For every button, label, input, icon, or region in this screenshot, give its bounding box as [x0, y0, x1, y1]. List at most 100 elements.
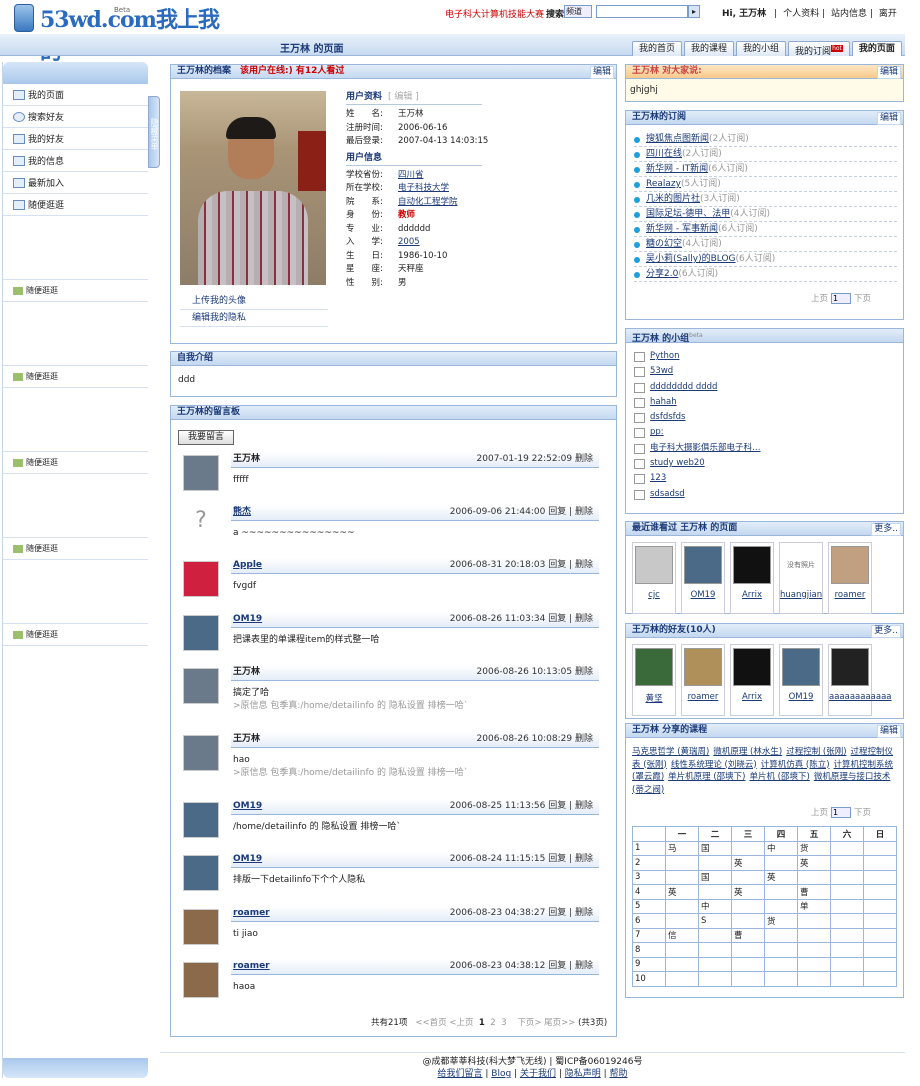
timetable-cell[interactable] — [731, 971, 765, 987]
timetable-cell[interactable] — [665, 913, 699, 929]
upload-avatar-link[interactable]: 上传我的头像 — [180, 293, 328, 310]
message-actions[interactable]: 回复 | 删除 — [548, 614, 593, 624]
profile-edit-button[interactable]: 编辑 — [589, 66, 614, 79]
avatar[interactable] — [183, 455, 219, 491]
courses-page-select[interactable]: 1 — [830, 807, 851, 818]
course-link[interactable]: 马克思哲学 (黄瑞周) — [632, 747, 709, 757]
timetable-cell[interactable] — [863, 869, 897, 885]
timetable-cell[interactable]: 货 — [797, 840, 831, 856]
edit-privacy-link[interactable]: 编辑我的隐私 — [180, 310, 328, 327]
timetable-cell[interactable] — [764, 855, 798, 871]
course-link[interactable]: 线性系统理论 (刘晓云) — [671, 760, 757, 770]
tab-groups[interactable]: 我的小组 — [736, 41, 787, 56]
tab-home[interactable]: 我的首页 — [632, 41, 683, 56]
avatar[interactable] — [183, 735, 219, 771]
logout-link[interactable]: 离开 — [879, 9, 897, 19]
message-author[interactable]: OM19 — [233, 614, 262, 624]
user-card[interactable]: Arrix — [730, 644, 774, 716]
search-scope-select[interactable]: 频道 — [564, 5, 592, 18]
timetable-cell[interactable] — [797, 942, 831, 958]
timetable-cell[interactable] — [665, 855, 699, 871]
group-item[interactable]: 123 — [626, 471, 903, 486]
friends-more-link[interactable]: 更多.. — [871, 625, 901, 638]
timetable-cell[interactable] — [797, 956, 831, 972]
timetable-cell[interactable] — [665, 971, 699, 987]
timetable-cell[interactable]: 国 — [698, 869, 732, 885]
subs-next[interactable]: 下页 — [854, 294, 871, 304]
group-item[interactable]: Python — [626, 349, 903, 364]
group-item[interactable]: hahah — [626, 395, 903, 410]
timetable-cell[interactable] — [863, 942, 897, 958]
sidebar-browse-2[interactable]: 随便逛逛 — [3, 366, 148, 388]
subs-edit-button[interactable]: 编辑 — [876, 112, 901, 125]
timetable-cell[interactable] — [698, 942, 732, 958]
message-author[interactable]: 熊杰 — [233, 507, 251, 517]
timetable-cell[interactable]: 英 — [665, 884, 699, 900]
timetable-cell[interactable] — [797, 927, 831, 943]
group-item[interactable]: study web20 — [626, 456, 903, 471]
timetable-cell[interactable]: 英 — [764, 869, 798, 885]
subscription-item[interactable]: 分享2.0(6人订阅) — [634, 267, 897, 282]
timetable-cell[interactable] — [830, 898, 864, 914]
message-actions[interactable]: 删除 — [575, 734, 593, 744]
timetable-cell[interactable] — [797, 971, 831, 987]
timetable-cell[interactable] — [797, 913, 831, 929]
pager-page-2[interactable]: 2 — [490, 1018, 495, 1028]
timetable-cell[interactable] — [764, 884, 798, 900]
course-link[interactable]: 过程控制 (张刚) — [786, 747, 846, 757]
timetable-cell[interactable] — [764, 927, 798, 943]
timetable-cell[interactable]: 曹 — [797, 884, 831, 900]
avatar[interactable] — [183, 962, 219, 998]
subscription-item[interactable]: 吴小莉(Sally)的BLOG(6人订阅) — [634, 252, 897, 267]
group-item[interactable]: 53wd — [626, 364, 903, 379]
subscription-item[interactable]: 新华网 - 军事新闻(6人订阅) — [634, 222, 897, 237]
timetable-cell[interactable] — [863, 898, 897, 914]
search-input[interactable] — [596, 5, 688, 18]
timetable-cell[interactable] — [863, 884, 897, 900]
timetable-cell[interactable] — [698, 855, 732, 871]
timetable-cell[interactable] — [830, 913, 864, 929]
timetable-cell[interactable] — [863, 913, 897, 929]
timetable-cell[interactable] — [830, 927, 864, 943]
timetable-cell[interactable]: 单 — [797, 898, 831, 914]
message-actions[interactable]: 回复 | 删除 — [548, 507, 593, 517]
timetable-cell[interactable] — [698, 927, 732, 943]
sidebar-item-search-friends[interactable]: 搜索好友 — [3, 106, 148, 128]
message-actions[interactable]: 回复 | 删除 — [548, 908, 593, 918]
timetable-cell[interactable] — [665, 869, 699, 885]
message-author[interactable]: Apple — [233, 560, 262, 570]
timetable-cell[interactable] — [764, 956, 798, 972]
avatar[interactable] — [183, 802, 219, 838]
timetable-cell[interactable] — [665, 942, 699, 958]
timetable-cell[interactable] — [731, 898, 765, 914]
timetable-cell[interactable] — [698, 971, 732, 987]
timetable-cell[interactable]: 信 — [665, 927, 699, 943]
avatar[interactable] — [183, 615, 219, 651]
info-value[interactable]: 四川省 — [398, 169, 424, 183]
footer-link[interactable]: 给我们留言 — [437, 1069, 482, 1079]
hide-menu-button[interactable]: 隐藏菜单 — [148, 96, 160, 168]
group-item[interactable]: pp: — [626, 425, 903, 440]
pager-page-1[interactable]: 1 — [479, 1018, 485, 1028]
site-logo[interactable]: 53wd.com我上我的 Beta — [10, 2, 220, 65]
group-item[interactable]: dddddddd dddd — [626, 380, 903, 395]
timetable-cell[interactable] — [731, 956, 765, 972]
group-item[interactable]: 电子科大摄影俱乐部电子科… — [626, 441, 903, 456]
timetable-cell[interactable] — [863, 956, 897, 972]
avatar[interactable] — [183, 855, 219, 891]
timetable-cell[interactable] — [698, 956, 732, 972]
pager-prev[interactable]: <上页 — [449, 1018, 473, 1028]
shout-edit-button[interactable]: 编辑 — [876, 66, 901, 79]
subscription-item[interactable]: 几米的图片社(3人订阅) — [634, 192, 897, 207]
tab-my-page[interactable]: 我的页面 — [851, 41, 902, 56]
timetable-cell[interactable] — [698, 884, 732, 900]
pager-first[interactable]: <<首页 — [415, 1018, 446, 1028]
timetable-cell[interactable]: 英 — [797, 855, 831, 871]
timetable-cell[interactable] — [797, 869, 831, 885]
user-card[interactable]: roamer — [828, 542, 872, 614]
message-author[interactable]: roamer — [233, 908, 270, 918]
timetable-cell[interactable] — [764, 942, 798, 958]
message-actions[interactable]: 删除 — [575, 667, 593, 677]
profile-link[interactable]: 个人资料 — [783, 9, 819, 19]
pager-last[interactable]: 尾页>> — [544, 1018, 575, 1028]
